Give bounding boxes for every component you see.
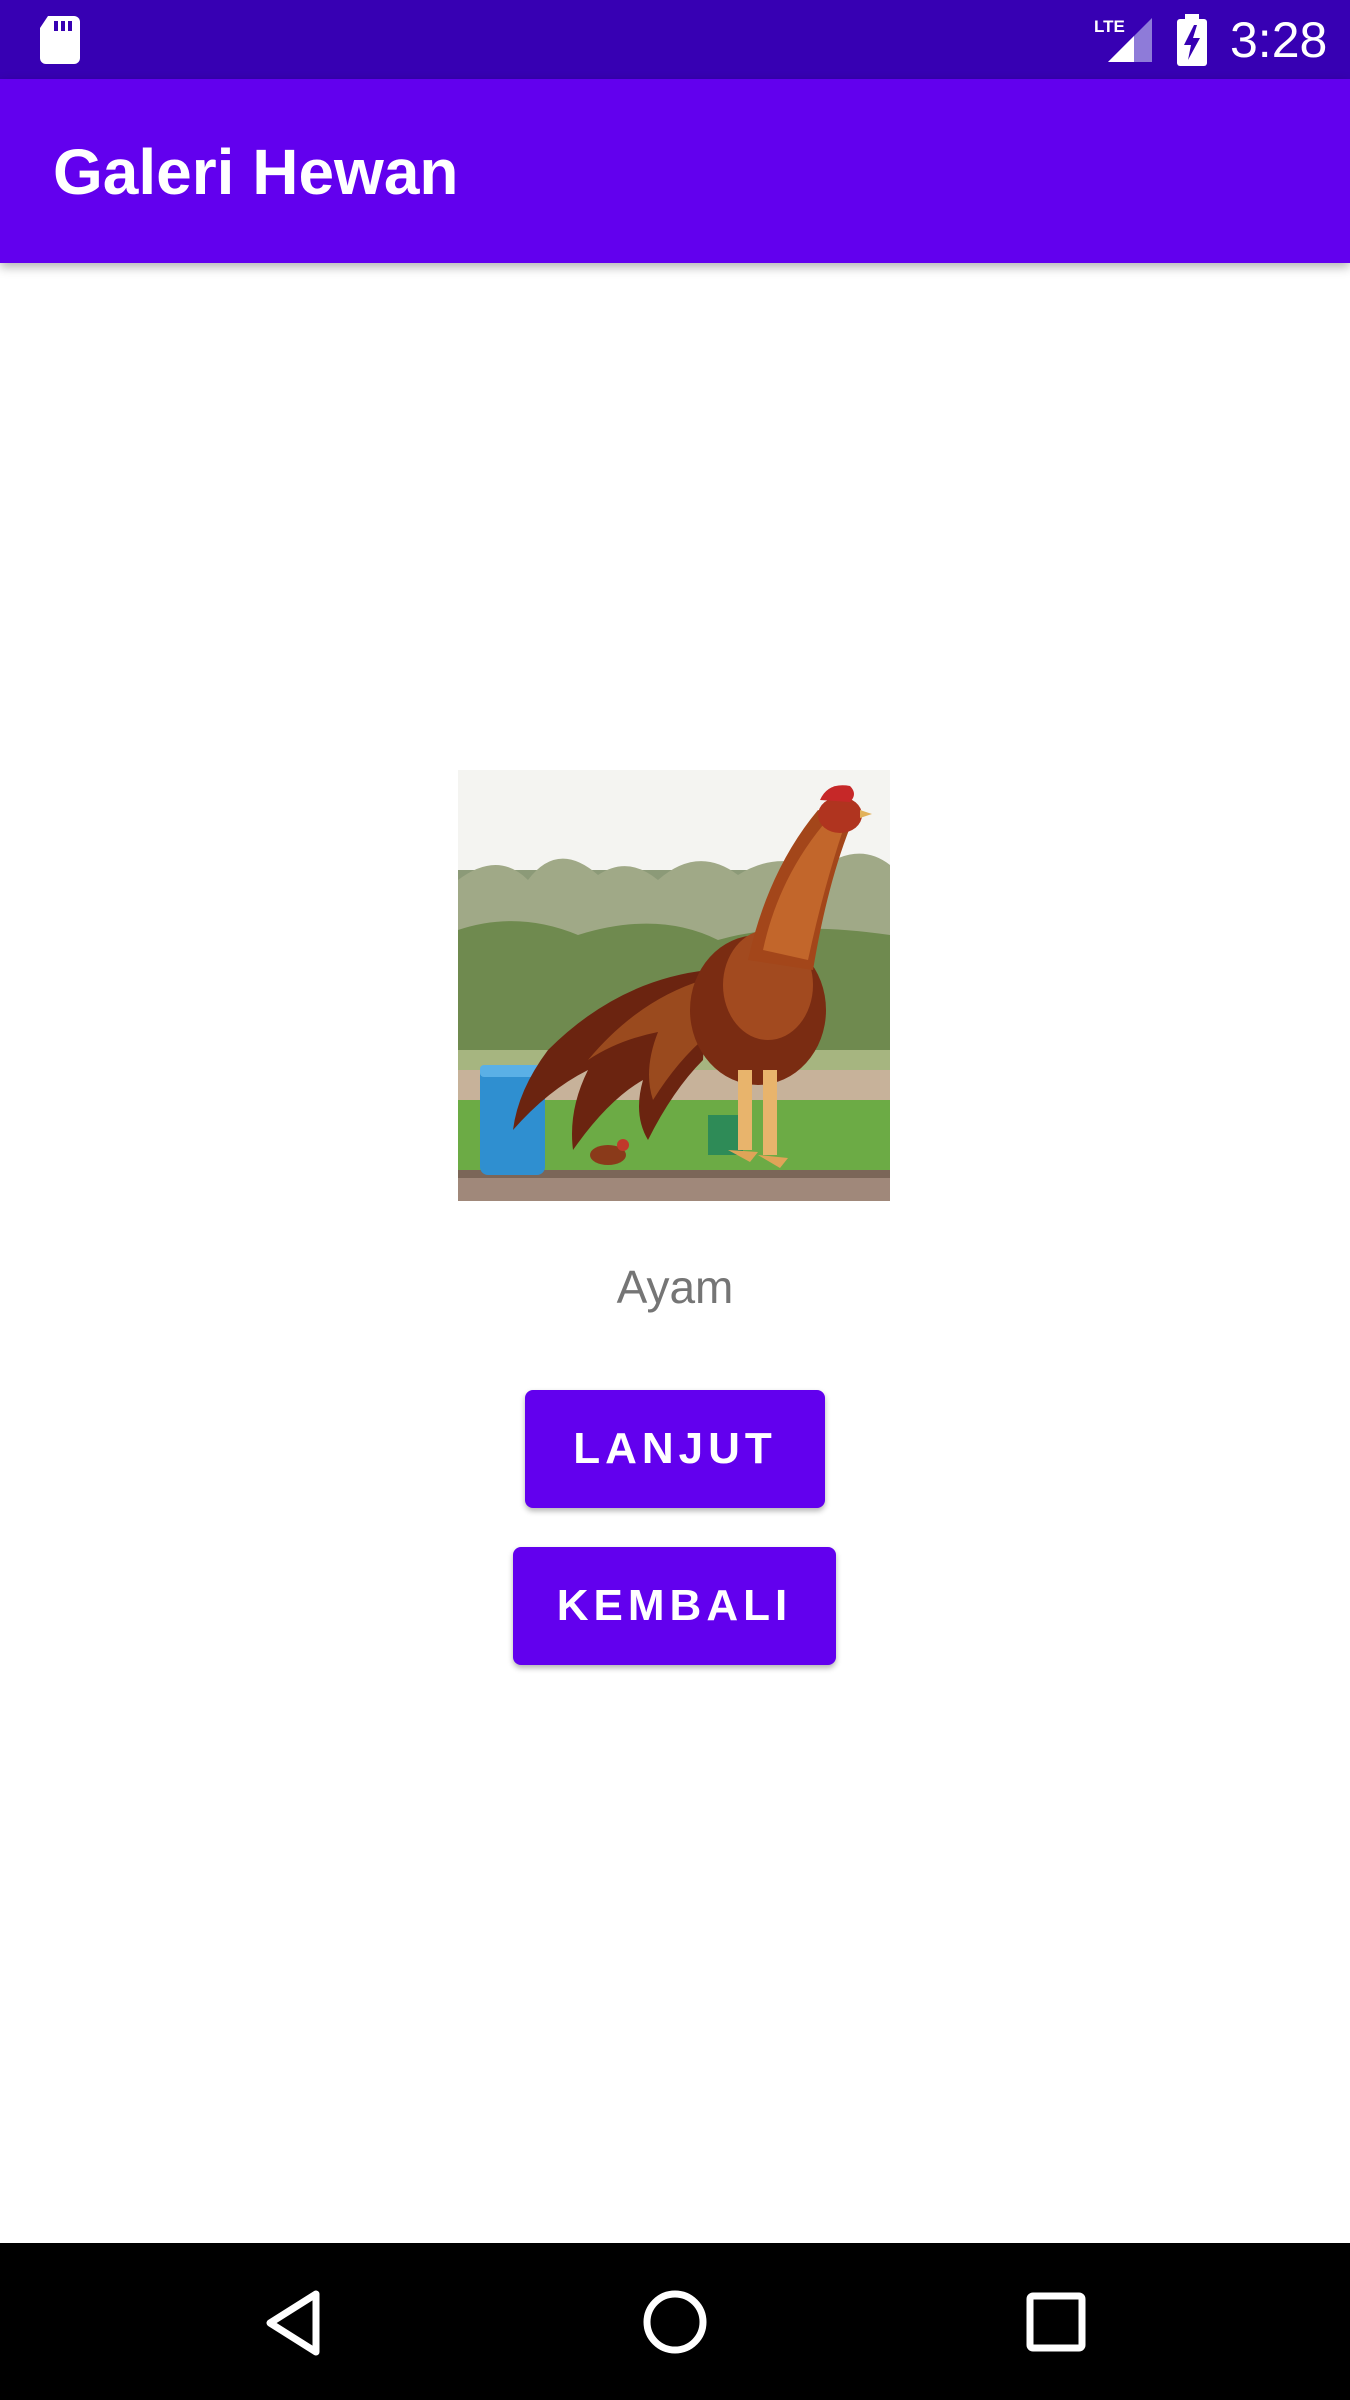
recents-square-icon[interactable]: [1025, 2291, 1087, 2353]
rooster-photo: [458, 770, 890, 1201]
status-bar: LTE 3:28: [0, 0, 1350, 79]
home-circle-icon[interactable]: [642, 2289, 708, 2355]
animal-name-label: Ayam: [616, 1261, 734, 1313]
status-clock: 3:28: [1230, 12, 1328, 68]
app-bar: Galeri Hewan: [0, 79, 1350, 263]
sd-card-icon: [40, 16, 80, 64]
app-title: Galeri Hewan: [53, 136, 459, 208]
navigation-bar: [0, 2243, 1350, 2400]
battery-charging-icon: [1177, 14, 1207, 66]
back-triangle-icon[interactable]: [262, 2288, 326, 2358]
network-type-label: LTE: [1094, 17, 1125, 36]
next-button[interactable]: LANJUT: [525, 1390, 825, 1508]
lte-signal-icon: LTE: [1094, 17, 1152, 62]
back-button[interactable]: KEMBALI: [513, 1547, 836, 1665]
animal-image: [458, 770, 890, 1201]
